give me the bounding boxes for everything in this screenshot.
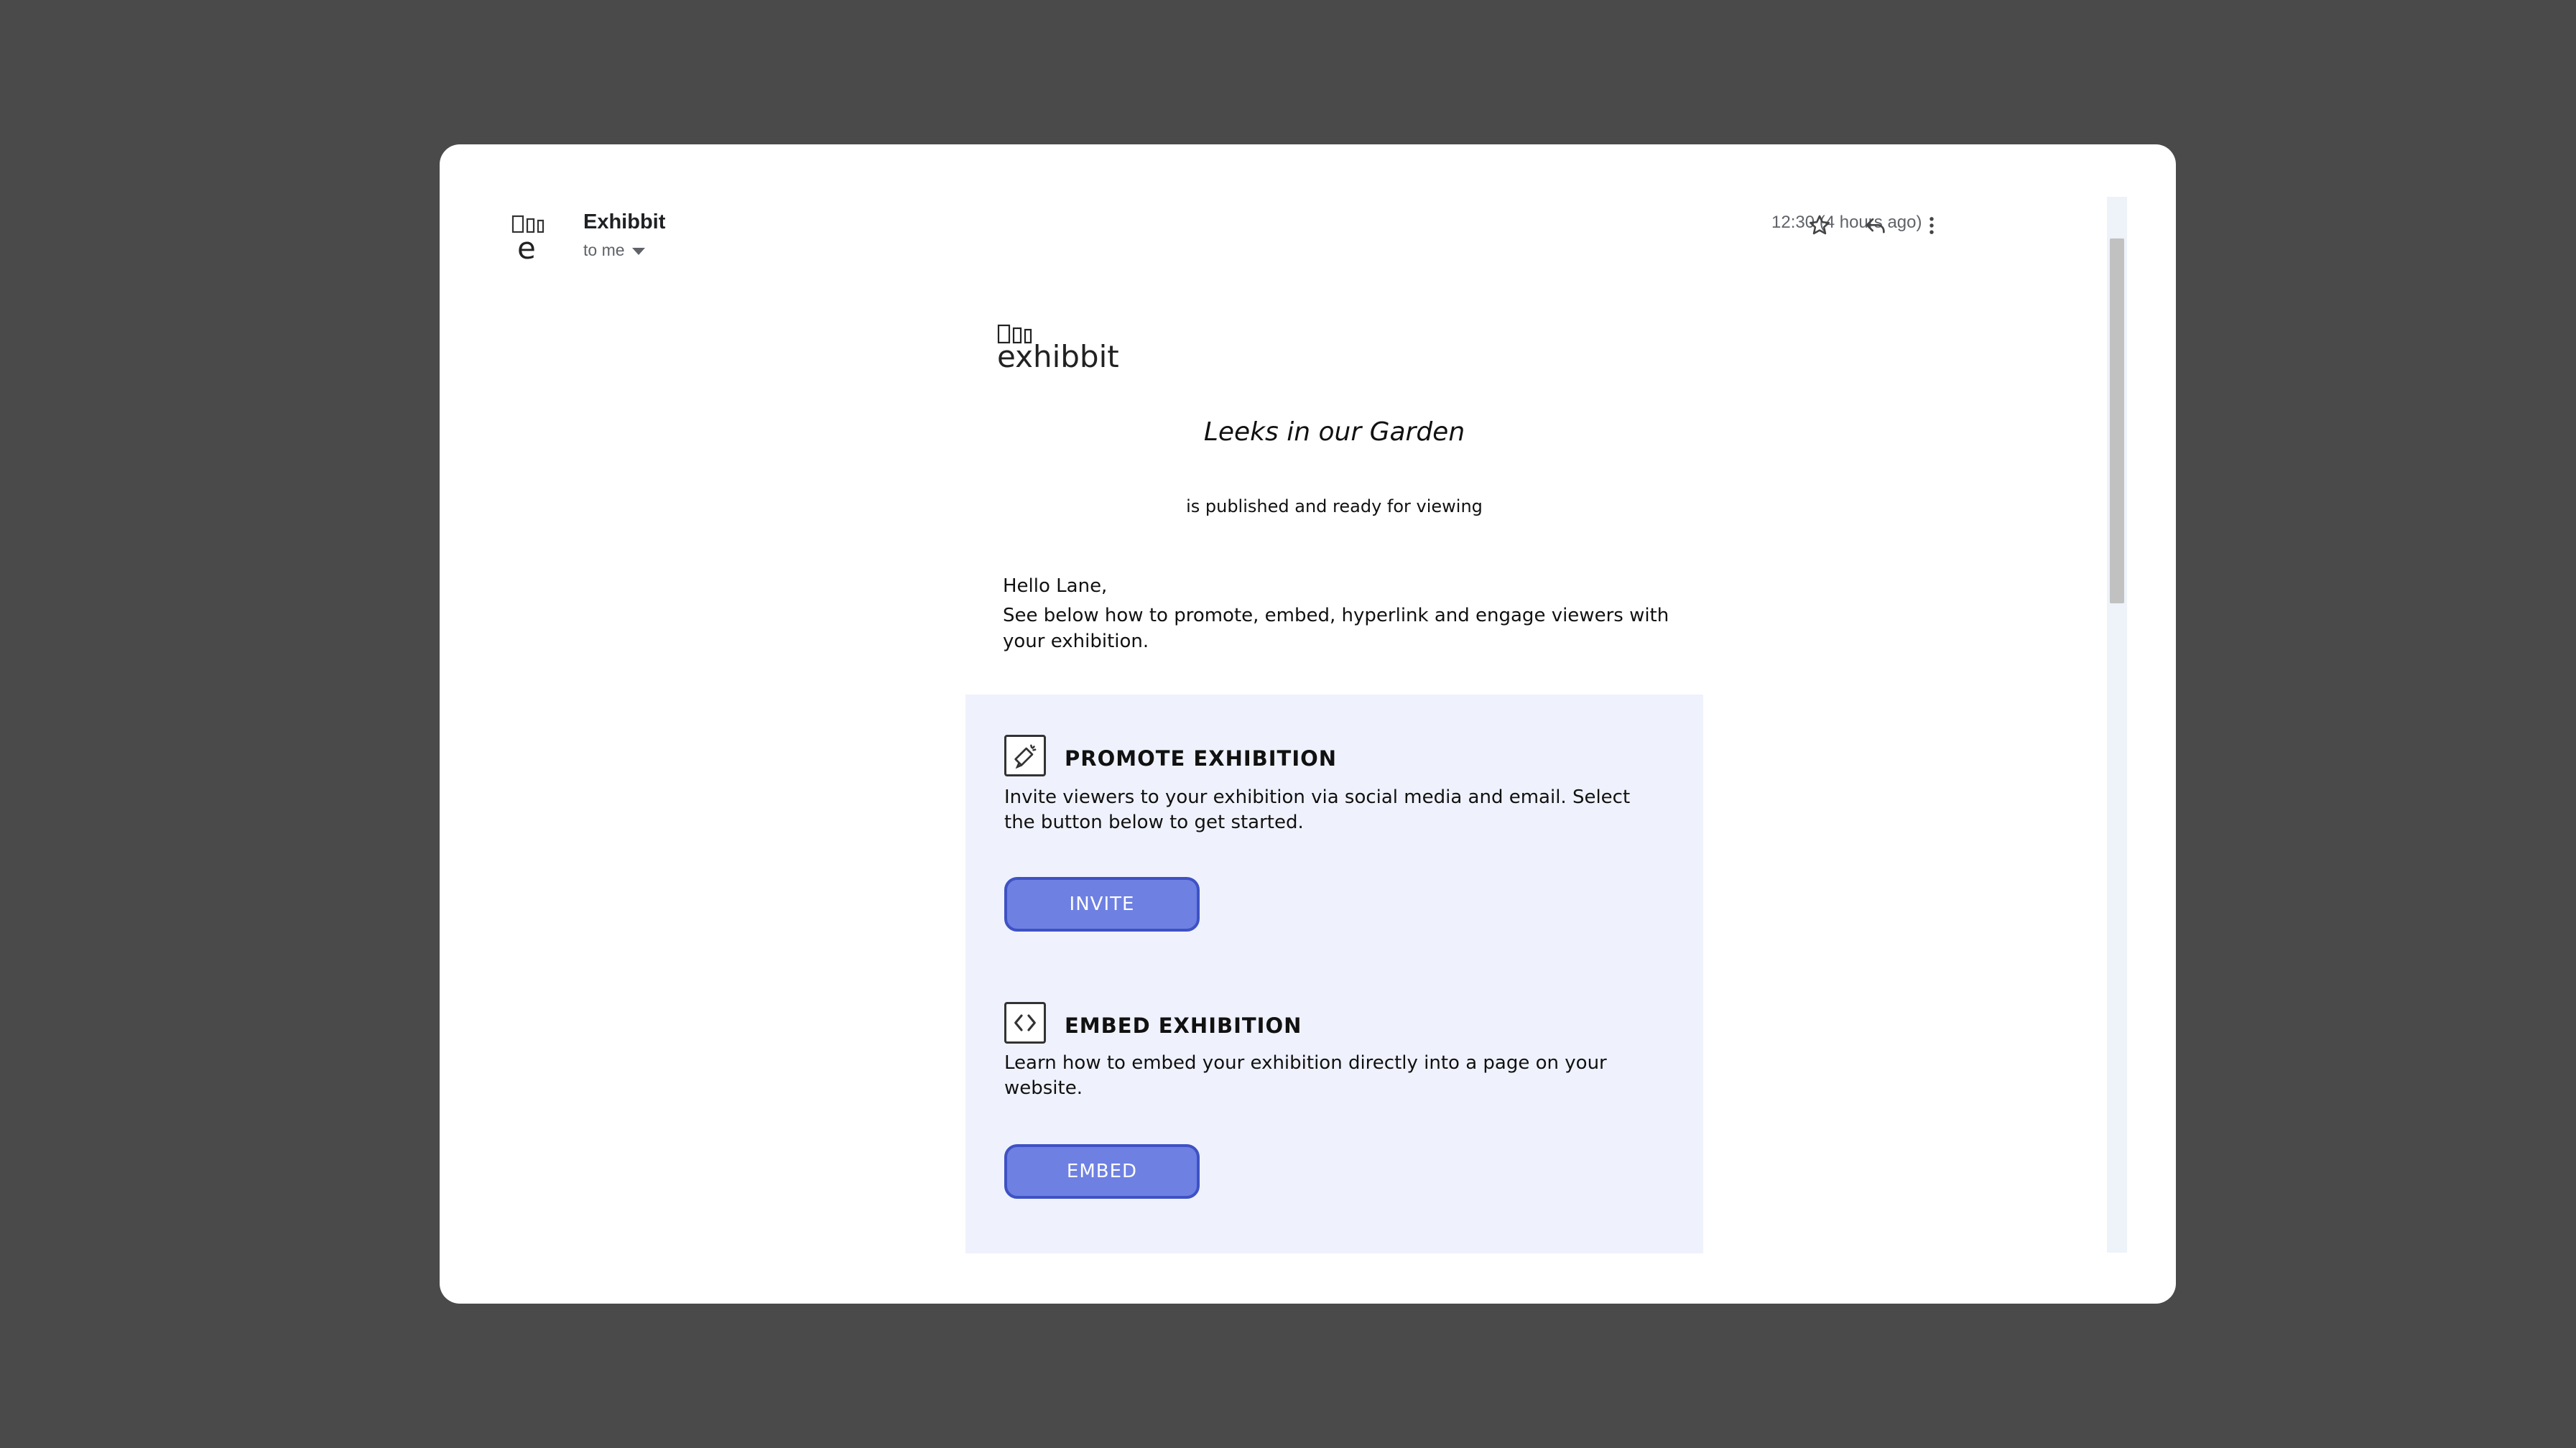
email-window: e Exhibbit to me 12:30 (4 hours ago) exh… xyxy=(440,144,2176,1304)
more-vert-icon xyxy=(1929,217,1934,234)
embed-button[interactable]: EMBED xyxy=(1004,1144,1200,1199)
reply-button[interactable] xyxy=(1858,208,1894,243)
invite-button[interactable]: INVITE xyxy=(1004,877,1200,932)
megaphone-icon xyxy=(1004,735,1046,776)
email-timestamp: 12:30 (4 hours ago) xyxy=(1771,213,1922,232)
recipient-dropdown[interactable]: to me xyxy=(583,241,645,260)
embed-section-title: EMBED EXHIBITION xyxy=(1065,1013,1302,1038)
exhibition-subtitle: is published and ready for viewing xyxy=(1186,496,1483,516)
chevron-down-icon xyxy=(631,248,645,255)
scrollbar-thumb[interactable] xyxy=(2110,238,2124,603)
email-body: exhibbit Leeks in our Garden is publishe… xyxy=(965,310,1703,1253)
promote-section-description: Invite viewers to your exhibition via so… xyxy=(1004,786,1631,833)
brand-logo: exhibbit xyxy=(997,324,1119,371)
star-icon xyxy=(1809,215,1830,235)
sender-name[interactable]: Exhibbit xyxy=(583,210,665,234)
code-icon xyxy=(1004,1002,1046,1044)
recipient-label: to me xyxy=(583,241,625,259)
exhibition-title: Leeks in our Garden xyxy=(1203,417,1465,447)
sender-avatar[interactable]: e xyxy=(511,211,560,269)
reply-icon xyxy=(1866,218,1885,233)
svg-text:exhibbit: exhibbit xyxy=(997,339,1119,371)
greeting-text: Hello Lane, xyxy=(1003,575,1108,597)
scrollbar[interactable] xyxy=(2107,197,2127,1253)
star-button[interactable] xyxy=(1802,208,1838,243)
intro-text: See below how to promote, embed, hyperli… xyxy=(1003,605,1669,652)
actions-panel: PROMOTE EXHIBITION Invite viewers to you… xyxy=(965,695,1703,1253)
svg-text:e: e xyxy=(517,231,536,266)
promote-section-title: PROMOTE EXHIBITION xyxy=(1065,746,1338,771)
embed-section-description: Learn how to embed your exhibition direc… xyxy=(1004,1052,1607,1099)
more-options-button[interactable] xyxy=(1914,208,1950,243)
